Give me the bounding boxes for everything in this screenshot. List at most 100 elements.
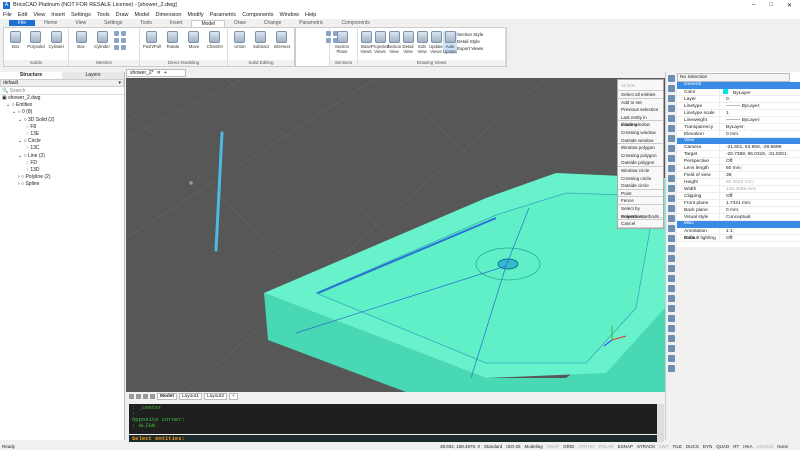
toolbar-tool-icon[interactable]	[668, 85, 675, 92]
property-row[interactable]: Width 146.4089 mm	[677, 186, 800, 193]
status-ducs[interactable]: DUCS	[686, 444, 699, 449]
solid-cylinder-button[interactable]: Cylinder	[48, 31, 65, 49]
property-row[interactable]: Layer 0	[677, 95, 800, 103]
menu-item-select-all-entities[interactable]: Select all entities	[618, 91, 663, 99]
tab-layout1[interactable]: Layout1	[178, 392, 202, 400]
menu-item-window-polygon[interactable]: Window polygon	[618, 144, 663, 152]
tab-tools[interactable]: Tools	[131, 20, 161, 26]
tree-item[interactable]: ◌ F8	[0, 124, 124, 131]
maximize-button[interactable]: □	[769, 2, 773, 9]
property-row[interactable]: Field of view 39	[677, 172, 800, 179]
mesh-box-button[interactable]: Box	[72, 31, 90, 49]
toolbar-tool-icon[interactable]	[668, 245, 675, 252]
rotate-button[interactable]: Rotate	[164, 31, 182, 49]
last-layout-icon[interactable]	[150, 393, 155, 399]
toolbar-tool-icon[interactable]	[668, 125, 675, 132]
tab-draw[interactable]: Draw	[225, 20, 255, 26]
section-view-button[interactable]: Section View	[387, 31, 401, 54]
toolbar-tool-icon[interactable]	[668, 115, 675, 122]
detail-style-button[interactable]: Detail Style	[457, 38, 483, 45]
toolbar-tool-icon[interactable]	[668, 345, 675, 352]
toolbar-tool-icon[interactable]	[668, 235, 675, 242]
property-row[interactable]: Color ByLayer	[677, 88, 800, 96]
intersect-button[interactable]: Intersect	[273, 31, 291, 49]
menu-components[interactable]: Components	[242, 12, 273, 18]
property-row[interactable]: Lineweight ——— ByLayer	[677, 116, 800, 124]
status-esnap[interactable]: ESNAP	[618, 444, 633, 449]
status-dyn[interactable]: DYN	[703, 444, 713, 449]
tab-home[interactable]: Home	[35, 20, 66, 26]
status-lwt[interactable]: LWT	[659, 444, 668, 449]
toolbar-tool-icon[interactable]	[668, 225, 675, 232]
projected-views-button[interactable]: Projected Views	[371, 31, 389, 54]
first-layout-icon[interactable]	[129, 393, 134, 399]
menu-item-add-to-set[interactable]: Add to set	[618, 99, 663, 107]
toolbar-tool-icon[interactable]	[668, 315, 675, 322]
polysolid-button[interactable]: Polysolid	[27, 31, 45, 49]
property-row[interactable]: Target -20.7369, 65.0316, -31.0201	[677, 151, 800, 158]
menu-item-inside-window[interactable]: Inside window	[618, 121, 663, 129]
status-iso-25[interactable]: ISO-25	[506, 444, 520, 449]
status-modeling[interactable]: Modeling	[525, 444, 543, 449]
status-tile[interactable]: TILE	[672, 444, 682, 449]
tab-model[interactable]: Model	[191, 19, 226, 27]
menu-help[interactable]: Help	[305, 12, 316, 18]
toolbar-tool-icon[interactable]	[668, 275, 675, 282]
toolbar-tool-icon[interactable]	[668, 365, 675, 372]
tab-change[interactable]: Change	[255, 20, 291, 26]
tree-item[interactable]: ▣ shower_2.dwg	[0, 95, 124, 102]
property-row[interactable]: Lens length 50 mm	[677, 165, 800, 172]
selection-dropdown[interactable]: No Selection	[677, 73, 790, 82]
status-rt[interactable]: RT	[733, 444, 739, 449]
property-row[interactable]: Annotation scale 1:1	[677, 227, 800, 241]
tree-item[interactable]: ⌄ ○ Circle	[0, 138, 124, 145]
property-row[interactable]: Camera -21.601, 63.959, -29.9699	[677, 144, 800, 151]
menu-item-fence[interactable]: Fence	[618, 197, 663, 205]
tree-item[interactable]: ◌ 13D	[0, 167, 124, 174]
status-polar[interactable]: POLAR	[599, 444, 614, 449]
toolbar-tool-icon[interactable]	[668, 285, 675, 292]
menu-edit[interactable]: Edit	[18, 12, 27, 18]
next-layout-icon[interactable]	[143, 393, 148, 399]
drawing-tab[interactable]: shower_2* ✕ +	[126, 69, 186, 77]
menu-view[interactable]: View	[33, 12, 45, 18]
tree-item[interactable]: ◌ 13C	[0, 145, 124, 152]
menu-insert[interactable]: Insert	[51, 12, 65, 18]
tab-file[interactable]: File	[9, 20, 36, 26]
minimize-button[interactable]: –	[752, 2, 755, 9]
toolbar-tool-icon[interactable]	[668, 295, 675, 302]
property-row[interactable]: Linetype scale 1	[677, 109, 800, 117]
menu-item-crossing-polygon[interactable]: Crossing polygon	[618, 152, 663, 160]
section-style-button[interactable]: Section Style	[457, 31, 483, 38]
menu-item-select-by-properties[interactable]: Select by Properties...	[618, 205, 663, 219]
section-plane-button[interactable]: Section Plane	[333, 31, 351, 54]
export-views-button[interactable]: Export Views	[457, 45, 483, 52]
property-row[interactable]: Default lighting Off	[677, 234, 800, 242]
toolbar-tool-icon[interactable]	[668, 145, 675, 152]
tree-item[interactable]: ⌄ ○ 0 (8)	[0, 109, 124, 116]
property-row[interactable]: Clipping Off	[677, 193, 800, 200]
status-quad[interactable]: QUAD	[716, 444, 729, 449]
toolbar-tool-icon[interactable]	[668, 165, 675, 172]
command-scrollbar[interactable]	[657, 404, 664, 442]
tab-components[interactable]: Components	[332, 20, 378, 26]
menu-tools[interactable]: Tools	[97, 12, 110, 18]
status-grid[interactable]: GRID	[563, 444, 574, 449]
subtract-button[interactable]: Subtract	[252, 31, 270, 49]
menu-dimension[interactable]: Dimension	[156, 12, 182, 18]
tab-structure[interactable]: Structure	[0, 72, 62, 79]
tree-item[interactable]: ◌ FD	[0, 160, 124, 167]
toolbar-tool-icon[interactable]	[668, 175, 675, 182]
menu-item-crossing-window[interactable]: Crossing window	[618, 129, 663, 137]
tab-view[interactable]: View	[66, 20, 95, 26]
add-layout-button[interactable]: +	[229, 392, 238, 400]
tree-item[interactable]: › ○ Polyline (2)	[0, 174, 124, 181]
toolbar-tool-icon[interactable]	[668, 335, 675, 342]
menu-item-outside-polygon[interactable]: Outside polygon	[618, 159, 663, 167]
menu-item-outside-circle[interactable]: Outside circle	[618, 182, 663, 190]
toolbar-tool-icon[interactable]	[668, 355, 675, 362]
tab-parametric[interactable]: Parametric	[290, 20, 332, 26]
auto-update-button[interactable]: Auto Update	[443, 31, 457, 54]
toolbar-tool-icon[interactable]	[668, 95, 675, 102]
move-button[interactable]: Move	[185, 31, 203, 49]
